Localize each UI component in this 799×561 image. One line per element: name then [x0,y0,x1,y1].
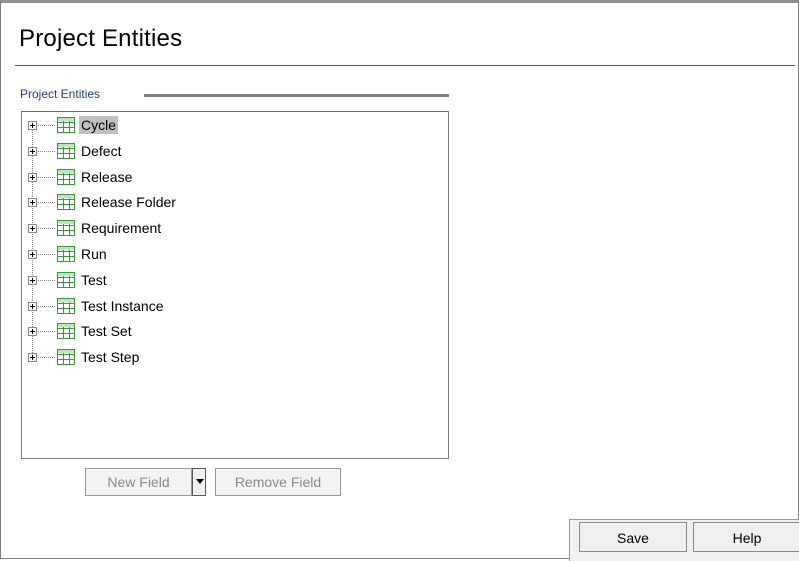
entity-table-icon [57,168,75,185]
tree-item-label: Release Folder [81,194,176,211]
tree-connector [38,176,55,178]
tree-item-label: Requirement [81,220,162,237]
tree-item-label: Test Instance [81,297,164,314]
window-frame: Project Entities Project Entities Cycle D… [0,0,799,561]
tree-connector [38,125,55,126]
tree-item-label: Cycle [79,116,119,134]
new-field-button[interactable]: New Field [85,468,192,496]
group-divider [144,94,449,97]
page-title: Project Entities [19,25,183,52]
tree-connector [38,331,55,333]
new-field-dropdown-icon[interactable] [192,468,206,496]
tree-item[interactable]: Test Set [22,320,322,346]
expand-plus-icon[interactable] [28,224,37,234]
tree-connector [38,279,55,281]
help-button[interactable]: Help [693,522,799,552]
entity-table-icon [57,349,75,366]
tree-item[interactable]: Test Step [22,346,322,372]
entity-table-icon [57,297,75,314]
tree-item[interactable]: Requirement [22,217,322,243]
group-label: Project Entities [20,87,101,101]
tree-item[interactable]: Cycle [22,114,322,140]
tree-item-label: Test Set [81,323,132,340]
tree-item-label: Run [81,246,107,262]
expand-plus-icon[interactable] [28,353,37,363]
tree-item[interactable]: Release Folder [22,191,322,217]
entity-table-icon [57,142,75,159]
expand-plus-icon[interactable] [28,146,37,156]
tree-item-label: Test Step [81,349,140,366]
tree-item[interactable]: Run [22,243,322,269]
tree-item-label: Test [81,271,107,288]
expand-plus-icon[interactable] [28,301,37,311]
entity-table-icon [57,246,75,262]
expand-plus-icon[interactable] [28,250,37,259]
entity-table-icon [57,271,75,288]
tree-item-label: Defect [81,142,122,159]
entity-table-icon [57,117,75,133]
entity-tree[interactable]: Cycle Defect Release Release Folder Requirem… [21,111,449,459]
tree-item[interactable]: Test [22,269,322,295]
tree-item-label: Release [81,168,133,185]
tree-item[interactable]: Defect [22,140,322,166]
entity-table-icon [57,323,75,340]
expand-plus-icon[interactable] [28,172,37,182]
save-button[interactable]: Save [579,522,687,552]
entity-table-icon [57,194,75,211]
tree-item[interactable]: Release [22,166,322,192]
tree-connector [38,254,55,255]
expand-plus-icon[interactable] [28,327,37,337]
expand-plus-icon[interactable] [28,198,37,208]
tree-connector [38,305,55,307]
tree-connector [38,228,55,230]
entity-table-icon [57,220,75,237]
tree-connector [38,202,55,204]
title-divider [15,65,795,66]
tree-connector [38,150,55,152]
expand-plus-icon[interactable] [28,275,37,285]
tree-connector [38,357,55,359]
expand-plus-icon[interactable] [28,121,37,130]
remove-field-button[interactable]: Remove Field [215,468,341,496]
tree-item[interactable]: Test Instance [22,295,322,321]
